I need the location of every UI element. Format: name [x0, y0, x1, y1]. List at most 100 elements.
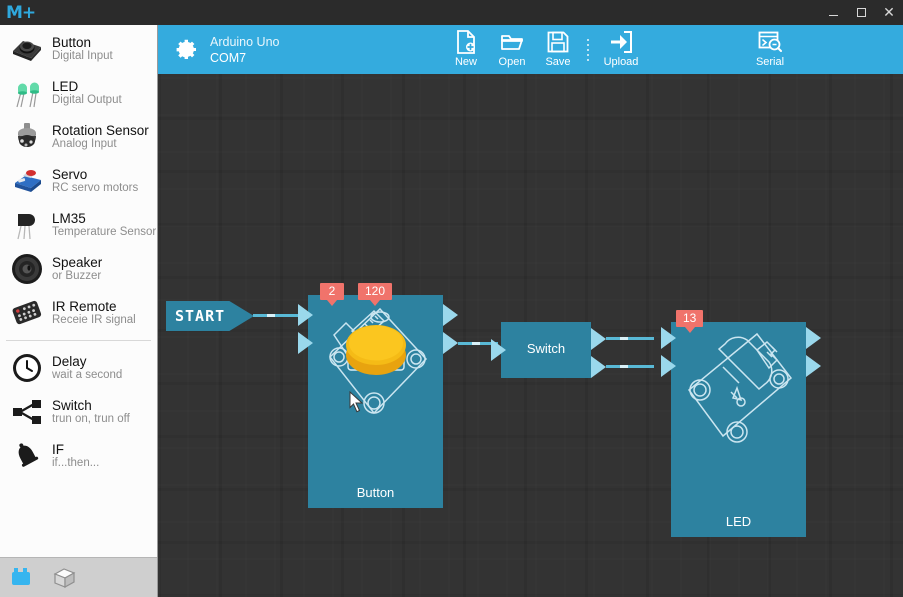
- maximize-button[interactable]: [847, 0, 875, 25]
- palette-item-subtitle: Digital Input: [52, 50, 113, 63]
- palette-item-title: Switch: [52, 398, 92, 413]
- upload-button[interactable]: Upload: [595, 25, 647, 74]
- ir-remote-icon: [8, 294, 46, 332]
- open-button-label: Open: [498, 56, 526, 68]
- palette-list: Button Digital Input LED Digital Output …: [0, 25, 157, 557]
- toolbar-separator: [587, 38, 589, 61]
- device-selector[interactable]: Arduino Uno COM7: [158, 25, 408, 74]
- save-button[interactable]: Save: [535, 25, 581, 74]
- palette-item-text: LED Digital Output: [52, 80, 122, 107]
- led-icon: [8, 74, 46, 112]
- port-button-out-bottom[interactable]: [443, 332, 458, 354]
- component-palette-sidebar: Button Digital Input LED Digital Output …: [0, 25, 158, 597]
- palette-item-text: Speaker or Buzzer: [52, 256, 102, 283]
- palette-group-logic: Delay wait a second Switch trun on, trun…: [0, 344, 157, 480]
- open-button[interactable]: Open: [489, 25, 535, 74]
- flow-canvas[interactable]: START Button 2 120 Switch LED 13: [158, 74, 903, 597]
- new-button-label: New: [454, 56, 477, 68]
- palette-item-subtitle: trun on, trun off: [52, 413, 130, 426]
- palette-item-title: Delay: [52, 354, 87, 369]
- palette-item-subtitle: if...then...: [52, 457, 100, 470]
- upload-button-label: Upload: [603, 56, 639, 68]
- port-button-out-top[interactable]: [443, 304, 458, 326]
- bell-icon: [8, 437, 46, 475]
- palette-item-text: LM35 Temperature Sensor: [52, 212, 156, 239]
- palette-item-text: IF if...then...: [52, 443, 99, 470]
- close-button[interactable]: ✕: [875, 0, 903, 25]
- palette-item-title: IR Remote: [52, 299, 117, 314]
- palette-item-led[interactable]: LED Digital Output: [0, 71, 157, 115]
- wire-switch-to-led-top[interactable]: [606, 337, 654, 340]
- device-info: Arduino Uno COM7: [210, 34, 280, 66]
- palette-item-subtitle: Digital Output: [52, 94, 122, 107]
- node-led[interactable]: LED: [671, 322, 806, 537]
- upload-arrow-icon: [609, 30, 633, 54]
- minimize-button[interactable]: [819, 0, 847, 25]
- port-switch-in[interactable]: [491, 339, 506, 361]
- app-logo: M+: [6, 2, 36, 23]
- palette-item-subtitle: or Buzzer: [52, 270, 102, 283]
- servo-motor-icon: [8, 162, 46, 200]
- palette-item-ir-remote[interactable]: IR Remote Receie IR signal: [0, 291, 157, 335]
- port-led-out-bottom[interactable]: [806, 355, 821, 377]
- potentiometer-icon: [8, 118, 46, 156]
- node-switch-label: Switch: [526, 341, 566, 356]
- palette-item-title: LED: [52, 79, 79, 94]
- clock-icon: [8, 349, 46, 387]
- palette-item-if[interactable]: IF if...then...: [0, 434, 157, 478]
- led-board-artwork: [671, 322, 806, 537]
- palette-item-servo[interactable]: Servo RC servo motors: [0, 159, 157, 203]
- palette-item-subtitle: RC servo motors: [52, 182, 139, 195]
- window-controls: ✕: [819, 0, 903, 25]
- device-name: Arduino Uno: [210, 34, 280, 49]
- port-switch-out-bottom[interactable]: [591, 356, 606, 378]
- save-button-label: Save: [545, 56, 571, 68]
- palette-item-text: Rotation Sensor Analog Input: [52, 124, 149, 151]
- palette-item-title: Button: [52, 35, 92, 50]
- palette-item-title: IF: [52, 442, 64, 457]
- badge-button-value[interactable]: 120: [358, 283, 393, 306]
- badge-button-pin[interactable]: 2: [320, 283, 344, 306]
- palette-item-button[interactable]: Button Digital Input: [0, 27, 157, 71]
- port-button-in-top[interactable]: [298, 304, 313, 326]
- lm35-sensor-icon: [8, 206, 46, 244]
- node-switch[interactable]: Switch: [501, 322, 591, 378]
- port-switch-out-top[interactable]: [591, 328, 606, 350]
- package-view-icon[interactable]: [52, 566, 78, 590]
- palette-item-rotation-sensor[interactable]: Rotation Sensor Analog Input: [0, 115, 157, 159]
- palette-item-text: Servo RC servo motors: [52, 168, 138, 195]
- serial-monitor-icon: [758, 30, 782, 54]
- port-led-in-top[interactable]: [661, 327, 676, 349]
- palette-item-delay[interactable]: Delay wait a second: [0, 346, 157, 390]
- palette-item-text: IR Remote Receie IR signal: [52, 300, 136, 327]
- sidebar-footer: [0, 557, 157, 597]
- save-disk-icon: [547, 30, 569, 54]
- title-bar: M+ ✕: [0, 0, 903, 25]
- wire-switch-to-led-bottom[interactable]: [606, 365, 654, 368]
- speaker-icon: [8, 250, 46, 288]
- palette-item-title: Rotation Sensor: [52, 123, 149, 138]
- palette-item-title: Speaker: [52, 255, 103, 270]
- port-button-in-bottom[interactable]: [298, 332, 313, 354]
- palette-item-subtitle: Temperature Sensor: [52, 226, 157, 239]
- blocks-view-icon[interactable]: [10, 566, 36, 590]
- badge-led-pin[interactable]: 13: [676, 310, 704, 333]
- palette-divider: [6, 340, 151, 341]
- palette-item-text: Delay wait a second: [52, 355, 122, 382]
- palette-item-subtitle: Receie IR signal: [52, 314, 136, 327]
- open-folder-icon: [500, 30, 524, 54]
- palette-item-subtitle: wait a second: [52, 369, 123, 382]
- new-button[interactable]: New: [443, 25, 489, 74]
- serial-button-label: Serial: [755, 56, 785, 68]
- port-led-out-top[interactable]: [806, 327, 821, 349]
- new-file-icon: [455, 30, 477, 54]
- palette-item-text: Button Digital Input: [52, 36, 113, 63]
- button-board-artwork: [308, 295, 443, 508]
- palette-item-lm35[interactable]: LM35 Temperature Sensor: [0, 203, 157, 247]
- serial-button[interactable]: Serial: [747, 25, 793, 74]
- palette-item-switch[interactable]: Switch trun on, trun off: [0, 390, 157, 434]
- node-button[interactable]: Button: [308, 295, 443, 508]
- palette-item-speaker[interactable]: Speaker or Buzzer: [0, 247, 157, 291]
- port-led-in-bottom[interactable]: [661, 355, 676, 377]
- palette-item-text: Switch trun on, trun off: [52, 399, 130, 426]
